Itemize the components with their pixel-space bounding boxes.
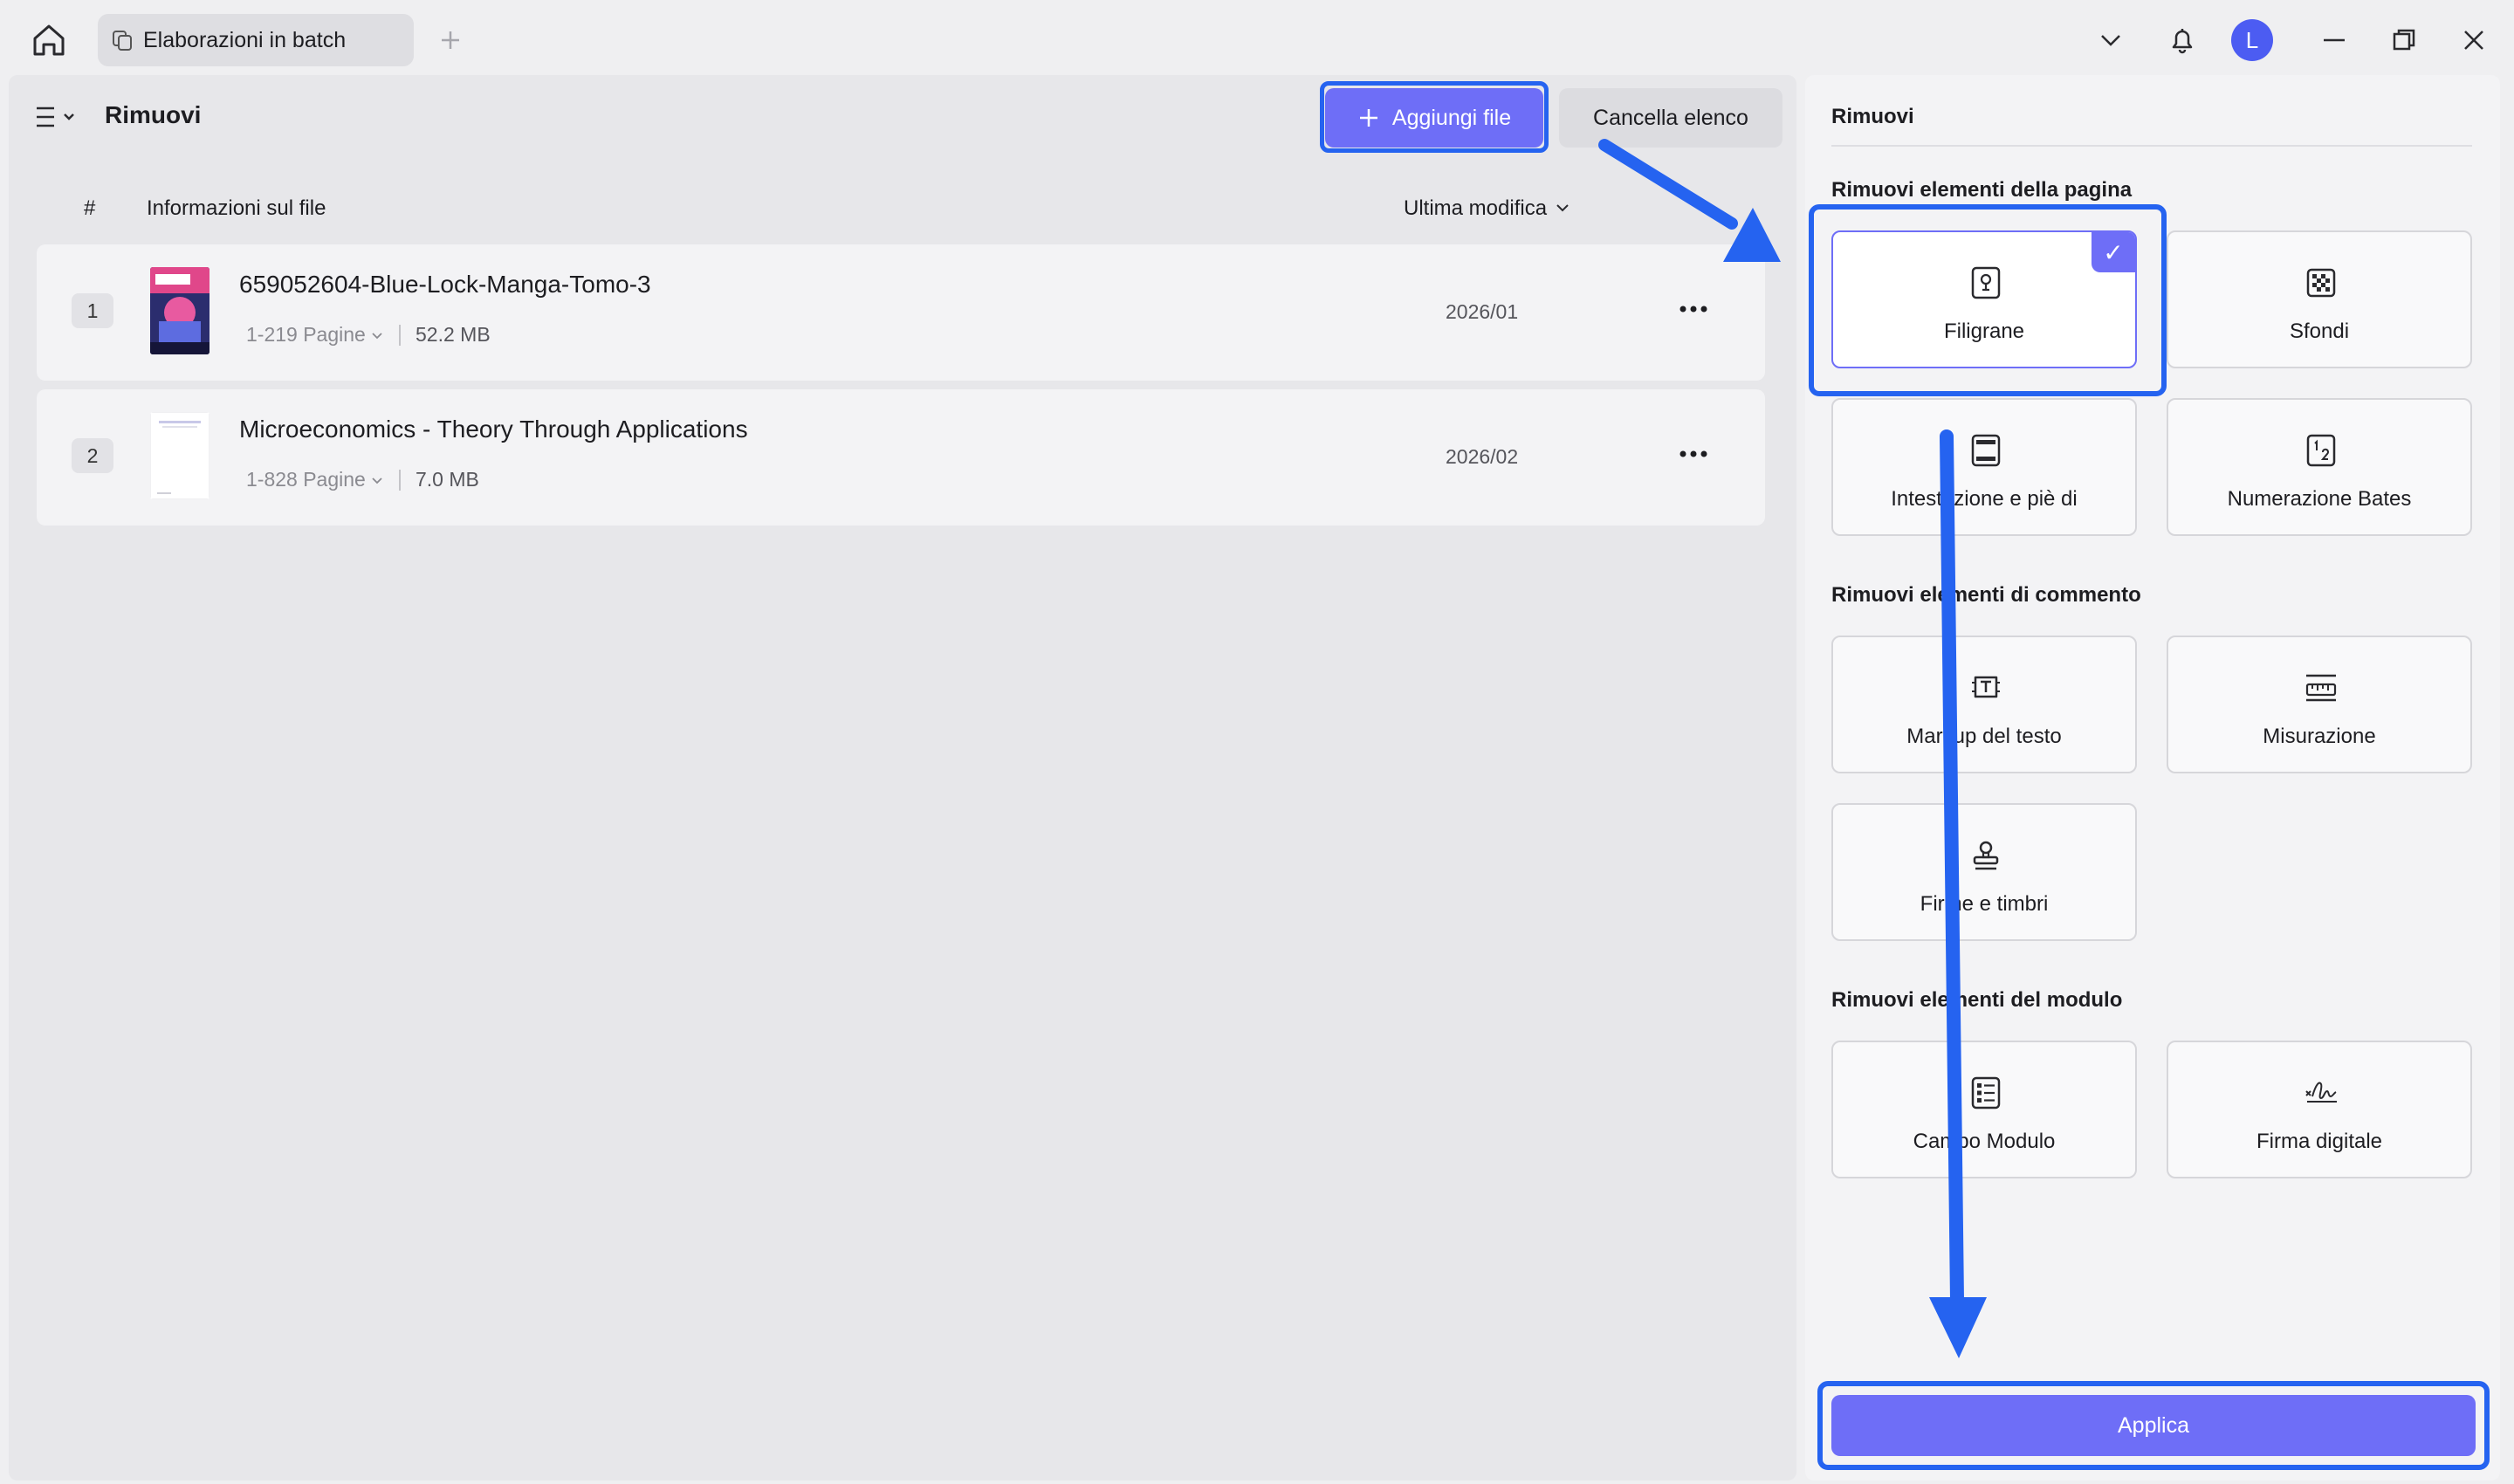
add-file-button[interactable]: Aggiungi file: [1325, 88, 1543, 148]
option-label: Campo Modulo: [1913, 1130, 2056, 1153]
chevron-down-icon: [372, 333, 382, 340]
new-tab-button[interactable]: [433, 23, 468, 58]
row-index: 1: [72, 293, 113, 328]
header-footer-icon: [1968, 433, 2003, 468]
batch-icon: [110, 28, 134, 52]
option-backgrounds[interactable]: Sfondi: [2167, 230, 2472, 368]
more-icon[interactable]: [1674, 442, 1713, 466]
option-label: Intestazione e piè di: [1891, 487, 2078, 511]
options-title: Rimuovi: [1831, 105, 1914, 128]
tab-batch[interactable]: Elaborazioni in batch: [98, 14, 414, 66]
digital-signature-icon: [2304, 1075, 2339, 1110]
file-date: 2026/02: [1446, 445, 1519, 468]
add-file-label: Aggiungi file: [1391, 105, 1512, 130]
option-label: Numerazione Bates: [2227, 487, 2412, 511]
page-title: Rimuovi: [105, 101, 202, 128]
option-text-markup[interactable]: Markup del testo: [1831, 636, 2137, 773]
section-page-elements: Rimuovi elementi della pagina: [1831, 178, 2133, 202]
page-range-dropdown[interactable]: 1-828 Pagine: [246, 468, 383, 491]
file-name: 659052604-Blue-Lock-Manga-Tomo-3: [239, 271, 651, 298]
watermarks-highlight: [1809, 204, 2167, 396]
file-name: Microeconomics - Theory Through Applicat…: [239, 416, 748, 443]
table-row[interactable]: 2 Microeconomics - Theory Through Applic…: [37, 389, 1765, 526]
divider: [1831, 145, 2472, 147]
column-file-info: Informazioni sul file: [147, 196, 326, 220]
column-last-modified[interactable]: Ultima modifica: [1404, 196, 1547, 221]
chevron-down-icon[interactable]: [2090, 19, 2132, 61]
section-form-elements: Rimuovi elementi del modulo: [1831, 988, 2123, 1012]
apply-button[interactable]: Applica: [1831, 1395, 2476, 1456]
form-field-icon: [1968, 1075, 2003, 1110]
separator: [399, 470, 401, 491]
page-range-label: 1-828 Pagine: [246, 468, 366, 491]
text-markup-icon: [1968, 670, 2003, 705]
background-icon: [2304, 265, 2339, 300]
table-row[interactable]: 1 659052604-Blue-Lock-Manga-Tomo-3 1-219…: [37, 244, 1765, 381]
stamp-icon: [1968, 838, 2003, 873]
option-label: Firma digitale: [2256, 1130, 2383, 1153]
separator: [399, 325, 401, 346]
row-index: 2: [72, 438, 113, 473]
page-range-label: 1-219 Pagine: [246, 323, 366, 346]
sort-chevron-icon[interactable]: [1554, 201, 1571, 215]
option-bates-numbering[interactable]: Numerazione Bates: [2167, 398, 2472, 536]
home-icon[interactable]: [24, 17, 73, 63]
option-label: Misurazione: [2263, 725, 2376, 748]
bates-icon: [2304, 433, 2339, 468]
ruler-icon: [2304, 670, 2339, 705]
option-signatures-stamps[interactable]: Firme e timbri: [1831, 803, 2137, 941]
clear-list-label: Cancella elenco: [1593, 105, 1748, 130]
option-measurement[interactable]: Misurazione: [2167, 636, 2472, 773]
clear-list-button[interactable]: Cancella elenco: [1559, 88, 1782, 148]
file-size: 52.2 MB: [416, 323, 491, 346]
bell-icon[interactable]: [2161, 19, 2203, 61]
option-label: Firme e timbri: [1920, 892, 2049, 916]
chevron-down-icon: [372, 477, 382, 484]
tab-label: Elaborazioni in batch: [143, 27, 347, 52]
apply-label: Applica: [2118, 1412, 2189, 1438]
file-size: 7.0 MB: [416, 468, 479, 491]
avatar[interactable]: L: [2231, 19, 2273, 61]
option-digital-signature[interactable]: Firma digitale: [2167, 1041, 2472, 1178]
close-icon[interactable]: [2453, 19, 2495, 61]
restore-icon[interactable]: [2383, 19, 2425, 61]
option-header-footer[interactable]: Intestazione e piè di: [1831, 398, 2137, 536]
menu-icon[interactable]: [28, 100, 82, 134]
option-label: Markup del testo: [1906, 725, 2062, 748]
file-thumbnail: [150, 412, 210, 499]
section-comment-elements: Rimuovi elementi di commento: [1831, 583, 2141, 607]
more-icon[interactable]: [1674, 297, 1713, 321]
option-form-field[interactable]: Campo Modulo: [1831, 1041, 2137, 1178]
option-label: Sfondi: [2289, 319, 2350, 343]
file-date: 2026/01: [1446, 300, 1519, 323]
column-index: #: [84, 196, 96, 220]
plus-icon: [1359, 109, 1377, 127]
file-thumbnail: [150, 267, 210, 354]
page-range-dropdown[interactable]: 1-219 Pagine: [246, 323, 383, 347]
minimize-icon[interactable]: [2313, 19, 2355, 61]
